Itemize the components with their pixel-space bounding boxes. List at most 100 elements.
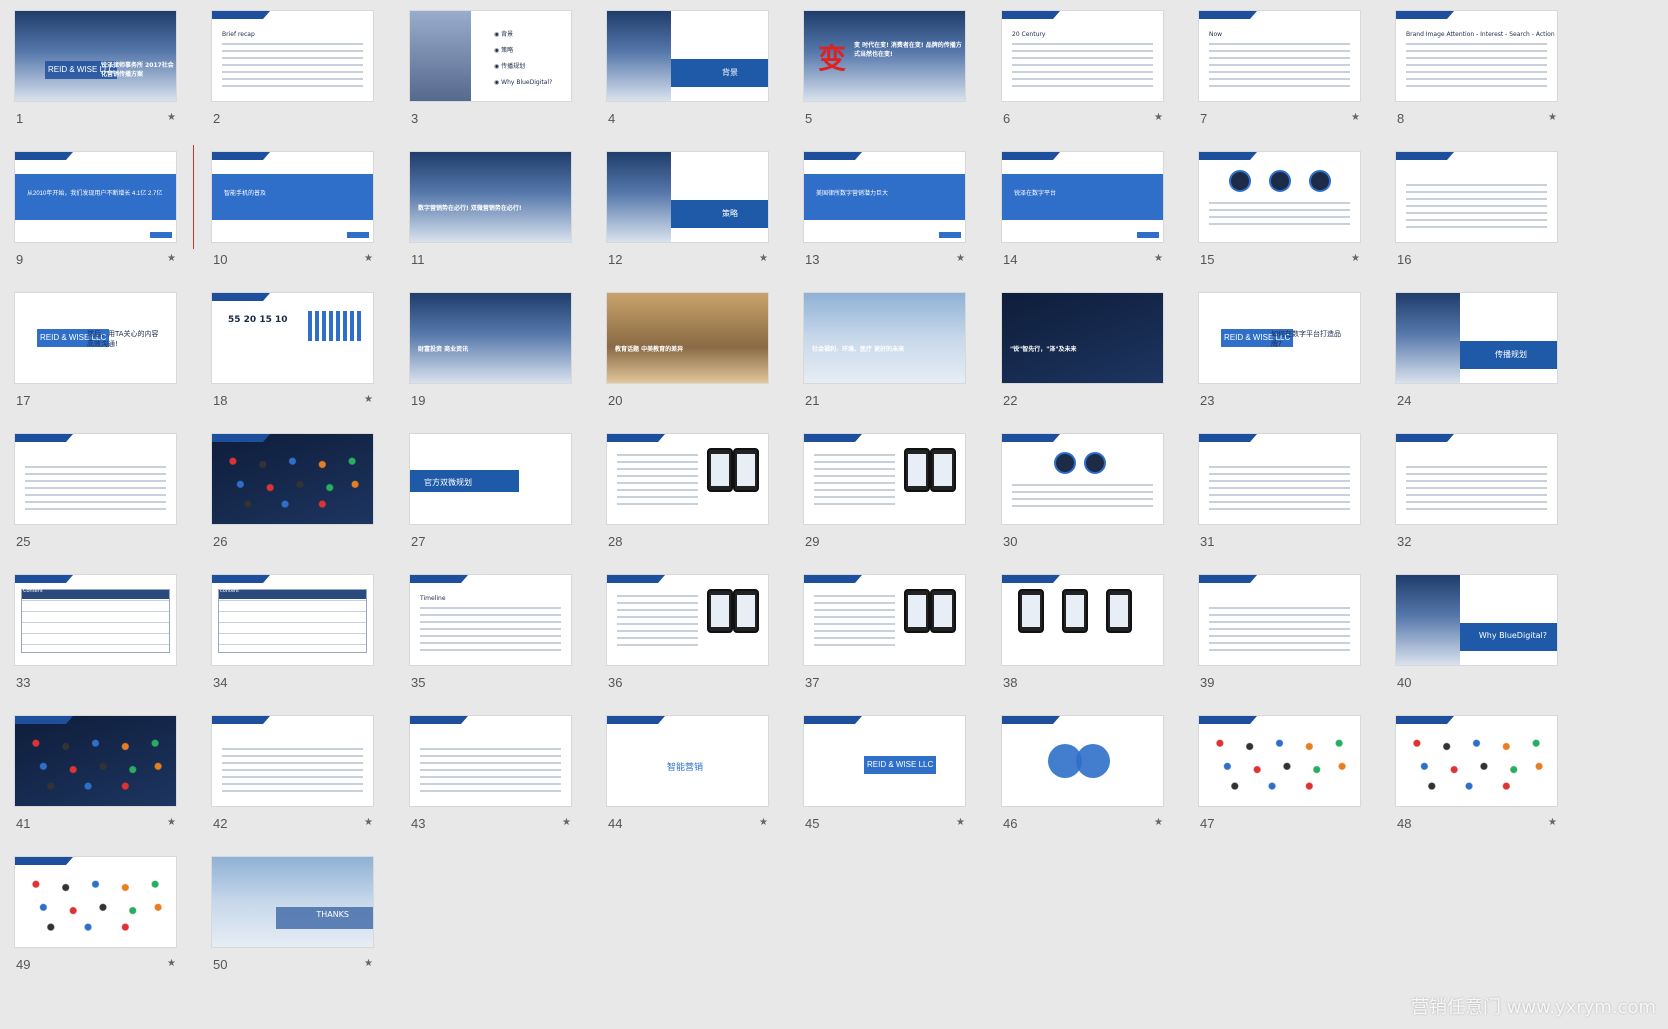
slide-thumbnail-41[interactable]: 41 ★ xyxy=(14,715,184,855)
star-icon[interactable]: ★ xyxy=(956,254,965,264)
slide-thumbnail-1[interactable]: REID & WISE LLC 锐泽律师事务所 2017社会化营销传播方案 1 ★ xyxy=(14,10,184,150)
slide-thumbnail-14[interactable]: 锐泽在数字平台 14 ★ xyxy=(1001,151,1171,291)
slide-thumbnail-21[interactable]: 社会福利、环境、医疗 更好的未来 21 xyxy=(803,292,973,432)
slide-preview[interactable]: Brand Image Attention - Interest - Searc… xyxy=(1395,10,1558,102)
star-icon[interactable]: ★ xyxy=(759,818,768,828)
star-icon[interactable]: ★ xyxy=(1548,113,1557,123)
slide-preview[interactable]: 锐泽在数字平台 xyxy=(1001,151,1164,243)
slide-preview[interactable]: content xyxy=(211,574,374,666)
slide-preview[interactable]: 策略 xyxy=(606,151,769,243)
slide-preview[interactable]: 55 20 15 10 xyxy=(211,292,374,384)
slide-thumbnail-29[interactable]: 29 xyxy=(803,433,973,573)
slide-thumbnail-24[interactable]: 传播规划 24 xyxy=(1395,292,1565,432)
slide-thumbnail-49[interactable]: 49 ★ xyxy=(14,856,184,996)
slide-preview[interactable]: 社会福利、环境、医疗 更好的未来 xyxy=(803,292,966,384)
slide-preview[interactable] xyxy=(1198,433,1361,525)
slide-thumbnail-47[interactable]: 47 xyxy=(1198,715,1368,855)
slide-preview[interactable] xyxy=(803,433,966,525)
slide-preview[interactable] xyxy=(1395,715,1558,807)
slide-thumbnail-8[interactable]: Brand Image Attention - Interest - Searc… xyxy=(1395,10,1565,150)
star-icon[interactable]: ★ xyxy=(364,254,373,264)
star-icon[interactable]: ★ xyxy=(1548,818,1557,828)
slide-preview[interactable] xyxy=(1001,574,1164,666)
slide-preview[interactable]: REID & WISE LLC 然后，用TA关心的内容 高效沟通! xyxy=(14,292,177,384)
slide-preview[interactable] xyxy=(14,715,177,807)
slide-thumbnail-33[interactable]: Content 33 xyxy=(14,574,184,714)
slide-thumbnail-2[interactable]: Brief recap 2 xyxy=(211,10,381,150)
star-icon[interactable]: ★ xyxy=(364,959,373,969)
star-icon[interactable]: ★ xyxy=(759,254,768,264)
slide-thumbnail-37[interactable]: 37 xyxy=(803,574,973,714)
star-icon[interactable]: ★ xyxy=(167,113,176,123)
slide-preview[interactable]: 传播规划 xyxy=(1395,292,1558,384)
slide-preview[interactable]: REID & WISE LLC 锐泽律师事务所 2017社会化营销传播方案 xyxy=(14,10,177,102)
slide-thumbnail-31[interactable]: 31 xyxy=(1198,433,1368,573)
star-icon[interactable]: ★ xyxy=(562,818,571,828)
slide-thumbnail-22[interactable]: "锐"智先行，"泽"及未来 22 xyxy=(1001,292,1171,432)
slide-thumbnail-32[interactable]: 32 xyxy=(1395,433,1565,573)
slide-thumbnail-10[interactable]: 智能手机的普及 10 ★ xyxy=(211,151,381,291)
star-icon[interactable]: ★ xyxy=(1351,254,1360,264)
slide-thumbnail-20[interactable]: 教育话题 中美教育的差异 20 xyxy=(606,292,776,432)
slide-preview[interactable] xyxy=(1395,151,1558,243)
slide-thumbnail-36[interactable]: 36 xyxy=(606,574,776,714)
slide-preview[interactable] xyxy=(1198,715,1361,807)
slide-preview[interactable] xyxy=(409,715,572,807)
slide-preview[interactable]: 从2010年开始，我们发现用户不断增长 4.1亿 2.7亿 xyxy=(14,151,177,243)
slide-thumbnail-34[interactable]: content 34 xyxy=(211,574,381,714)
star-icon[interactable]: ★ xyxy=(1351,113,1360,123)
slide-preview[interactable]: 背景 xyxy=(606,10,769,102)
slide-preview[interactable]: 美国律所数字营销潜力巨大 xyxy=(803,151,966,243)
slide-thumbnail-28[interactable]: 28 xyxy=(606,433,776,573)
slide-thumbnail-43[interactable]: 43 ★ xyxy=(409,715,579,855)
slide-preview[interactable]: "锐"智先行，"泽"及未来 xyxy=(1001,292,1164,384)
slide-thumbnail-42[interactable]: 42 ★ xyxy=(211,715,381,855)
slide-preview[interactable]: 20 Century xyxy=(1001,10,1164,102)
slide-thumbnail-6[interactable]: 20 Century 6 ★ xyxy=(1001,10,1171,150)
slide-preview[interactable]: REID & WISE LLC 如何在数字平台打造品牌? xyxy=(1198,292,1361,384)
slide-preview[interactable] xyxy=(803,574,966,666)
slide-thumbnail-27[interactable]: 官方双微规划 27 xyxy=(409,433,579,573)
slide-preview[interactable]: Now xyxy=(1198,10,1361,102)
slide-preview[interactable] xyxy=(606,433,769,525)
slide-thumbnail-15[interactable]: 15 ★ xyxy=(1198,151,1368,291)
slide-thumbnail-19[interactable]: 财富投资 商业资讯 19 xyxy=(409,292,579,432)
slide-preview[interactable] xyxy=(14,856,177,948)
slide-preview[interactable]: THANKS xyxy=(211,856,374,948)
slide-preview[interactable]: Content xyxy=(14,574,177,666)
slide-preview[interactable]: 智能手机的普及 xyxy=(211,151,374,243)
slide-preview[interactable] xyxy=(14,433,177,525)
slide-thumbnail-18[interactable]: 55 20 15 10 18 ★ xyxy=(211,292,381,432)
slide-thumbnail-16[interactable]: 16 xyxy=(1395,151,1565,291)
slide-thumbnail-11[interactable]: 数字营销势在必行! 双微营销势在必行! 11 xyxy=(409,151,579,291)
slide-thumbnail-46[interactable]: 46 ★ xyxy=(1001,715,1171,855)
slide-thumbnail-5[interactable]: 变变 时代在变! 消费者在变! 品牌的传播方式当然也在变! 5 xyxy=(803,10,973,150)
slide-preview[interactable]: Why BlueDigital? xyxy=(1395,574,1558,666)
star-icon[interactable]: ★ xyxy=(1154,113,1163,123)
slide-thumbnail-25[interactable]: 25 xyxy=(14,433,184,573)
slide-thumbnail-17[interactable]: REID & WISE LLC 然后，用TA关心的内容 高效沟通! 17 xyxy=(14,292,184,432)
slide-preview[interactable]: Timeline xyxy=(409,574,572,666)
slide-preview[interactable] xyxy=(1395,433,1558,525)
slide-thumbnail-35[interactable]: Timeline 35 xyxy=(409,574,579,714)
slide-preview[interactable]: 教育话题 中美教育的差异 xyxy=(606,292,769,384)
slide-thumbnail-39[interactable]: 39 xyxy=(1198,574,1368,714)
slide-preview[interactable] xyxy=(1001,433,1164,525)
slide-preview[interactable]: REID & WISE LLC xyxy=(803,715,966,807)
slide-thumbnail-9[interactable]: 从2010年开始，我们发现用户不断增长 4.1亿 2.7亿 9 ★ xyxy=(14,151,184,291)
slide-thumbnail-30[interactable]: 30 xyxy=(1001,433,1171,573)
slide-thumbnail-3[interactable]: ◉ 背景 ◉ 策略 ◉ 传播规划 ◉ Why BlueDigital? 3 xyxy=(409,10,579,150)
slide-thumbnail-38[interactable]: 38 xyxy=(1001,574,1171,714)
slide-preview[interactable]: 官方双微规划 xyxy=(409,433,572,525)
slide-thumbnail-50[interactable]: THANKS 50 ★ xyxy=(211,856,381,996)
slide-preview[interactable]: 智能营销 xyxy=(606,715,769,807)
slide-thumbnail-23[interactable]: REID & WISE LLC 如何在数字平台打造品牌? 23 xyxy=(1198,292,1368,432)
slide-preview[interactable] xyxy=(211,715,374,807)
slide-thumbnail-48[interactable]: 48 ★ xyxy=(1395,715,1565,855)
slide-thumbnail-4[interactable]: 背景 4 xyxy=(606,10,776,150)
star-icon[interactable]: ★ xyxy=(1154,818,1163,828)
slide-thumbnail-45[interactable]: REID & WISE LLC 45 ★ xyxy=(803,715,973,855)
star-icon[interactable]: ★ xyxy=(364,395,373,405)
slide-thumbnail-40[interactable]: Why BlueDigital? 40 xyxy=(1395,574,1565,714)
slide-preview[interactable] xyxy=(1198,574,1361,666)
